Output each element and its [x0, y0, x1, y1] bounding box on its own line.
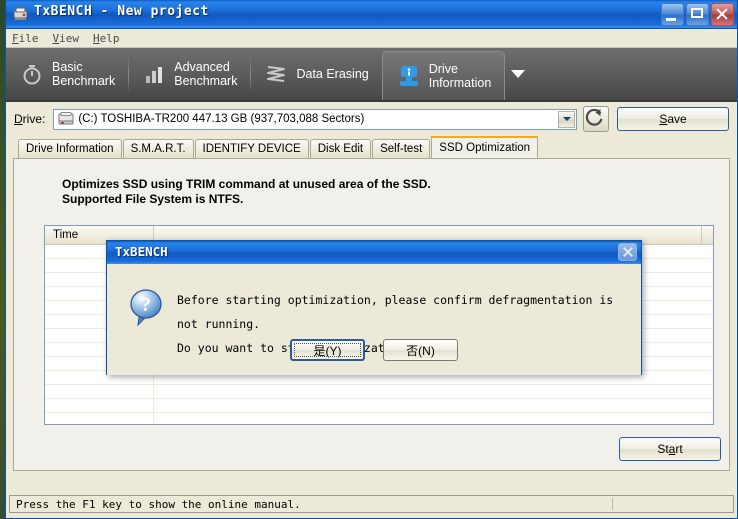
- tab-drive-information[interactable]: Drive Information: [18, 139, 122, 158]
- tab-ssd-optimization[interactable]: SSD Optimization: [431, 136, 539, 158]
- tab-disk-edit[interactable]: Disk Edit: [309, 139, 372, 158]
- dialog-title: TxBENCH: [115, 244, 168, 259]
- toolbar-item-advanced-benchmark[interactable]: Advanced Benchmark: [128, 48, 250, 100]
- drive-label: Drive:: [14, 112, 46, 126]
- dialog-no-button[interactable]: 否(N): [383, 339, 458, 361]
- list-item: [45, 413, 713, 424]
- drive-select-value: (C:) TOSHIBA-TR200 447.13 GB (937,703,08…: [78, 113, 365, 125]
- drive-info-icon: [399, 66, 418, 86]
- tab-identify-device[interactable]: IDENTIFY DEVICE: [194, 139, 309, 158]
- bar-chart-icon: [146, 67, 163, 83]
- close-button[interactable]: [711, 3, 734, 26]
- dialog-no-label: 否(N): [406, 343, 435, 358]
- menu-item-file[interactable]: File: [12, 32, 39, 45]
- maximize-button[interactable]: [686, 3, 709, 26]
- menu-item-view[interactable]: View: [53, 32, 80, 45]
- dialog-message-line1: Before starting optimization, please con…: [177, 293, 614, 331]
- status-bar: Press the F1 key to show the online manu…: [9, 495, 734, 513]
- status-message: Press the F1 key to show the online manu…: [16, 497, 301, 511]
- dialog-title-bar: TxBENCH: [107, 241, 641, 264]
- main-toolbar: Basic Benchmark Advanced Benchmark Data …: [6, 48, 737, 102]
- dialog-yes-label: 是(Y): [313, 343, 342, 358]
- menu-item-help[interactable]: Help: [93, 32, 120, 45]
- panel-description: Optimizes SSD using TRIM command at unus…: [62, 177, 431, 206]
- drive-select-chevron-down-icon[interactable]: [558, 110, 575, 128]
- minimize-button[interactable]: [661, 3, 684, 26]
- tab-smart[interactable]: S.M.A.R.T.: [122, 139, 194, 158]
- menu-label-file: ile: [18, 31, 39, 45]
- drive-select[interactable]: (C:) TOSHIBA-TR200 447.13 GB (937,703,08…: [53, 108, 577, 130]
- tab-label: SSD Optimization: [439, 142, 531, 154]
- tab-self-test[interactable]: Self-test: [372, 139, 431, 158]
- toolbar-item-drive-information[interactable]: Drive Information: [381, 51, 506, 100]
- toolbar-item-basic-benchmark[interactable]: Basic Benchmark: [6, 48, 128, 100]
- tab-label: S.M.A.R.T.: [130, 143, 186, 155]
- list-item: [45, 399, 713, 413]
- toolbar-overflow-button[interactable]: [505, 48, 531, 100]
- app-icon: [13, 7, 28, 20]
- title-bar: TxBENCH - New project: [6, 0, 737, 29]
- stopwatch-icon: [23, 65, 41, 85]
- wave-icon: [267, 66, 286, 82]
- menu-label-help: elp: [99, 31, 120, 45]
- toolbar-label-drive-information: Drive Information: [428, 62, 492, 90]
- window-title: TxBENCH - New project: [34, 4, 209, 19]
- menu-label-view: iew: [59, 31, 79, 45]
- question-icon: ?: [130, 289, 162, 327]
- dialog-yes-button[interactable]: 是(Y): [290, 339, 365, 361]
- dialog-body: ? Before starting optimization, please c…: [107, 264, 641, 375]
- confirmation-dialog: TxBENCH ? Before starting optimization, …: [106, 240, 642, 375]
- toolbar-label-basic-benchmark: Basic Benchmark: [52, 60, 116, 88]
- overflow-chevron-icon: [511, 70, 526, 78]
- list-item: [45, 385, 713, 399]
- start-button[interactable]: St a rt: [619, 437, 721, 461]
- toolbar-label-data-erasing: Data Erasing: [296, 67, 369, 81]
- dialog-close-button[interactable]: [618, 243, 637, 261]
- toolbar-item-data-erasing[interactable]: Data Erasing: [250, 48, 381, 100]
- tab-label: Drive Information: [26, 143, 114, 155]
- hard-drive-icon: [58, 112, 74, 125]
- toolbar-label-advanced-benchmark: Advanced Benchmark: [174, 60, 238, 88]
- refresh-button[interactable]: [583, 106, 609, 132]
- tab-label: Disk Edit: [317, 143, 364, 155]
- save-button[interactable]: Save: [617, 107, 729, 131]
- refresh-icon: [585, 108, 603, 126]
- menu-bar: File View Help: [6, 29, 737, 48]
- status-separator: [612, 498, 613, 510]
- tab-strip: Drive Information S.M.A.R.T. IDENTIFY DE…: [18, 136, 737, 158]
- main-window: TxBENCH - New project File View Help Bas…: [5, 0, 738, 519]
- dialog-buttons: 是(Y) 否(N): [107, 339, 641, 361]
- tab-label: IDENTIFY DEVICE: [202, 143, 301, 155]
- tab-label: Self-test: [380, 143, 423, 155]
- svg-text:?: ?: [141, 294, 151, 316]
- drive-selection-row: Drive: (C:) TOSHIBA-TR200 447.13 GB (937…: [6, 102, 737, 136]
- window-controls: [661, 3, 734, 26]
